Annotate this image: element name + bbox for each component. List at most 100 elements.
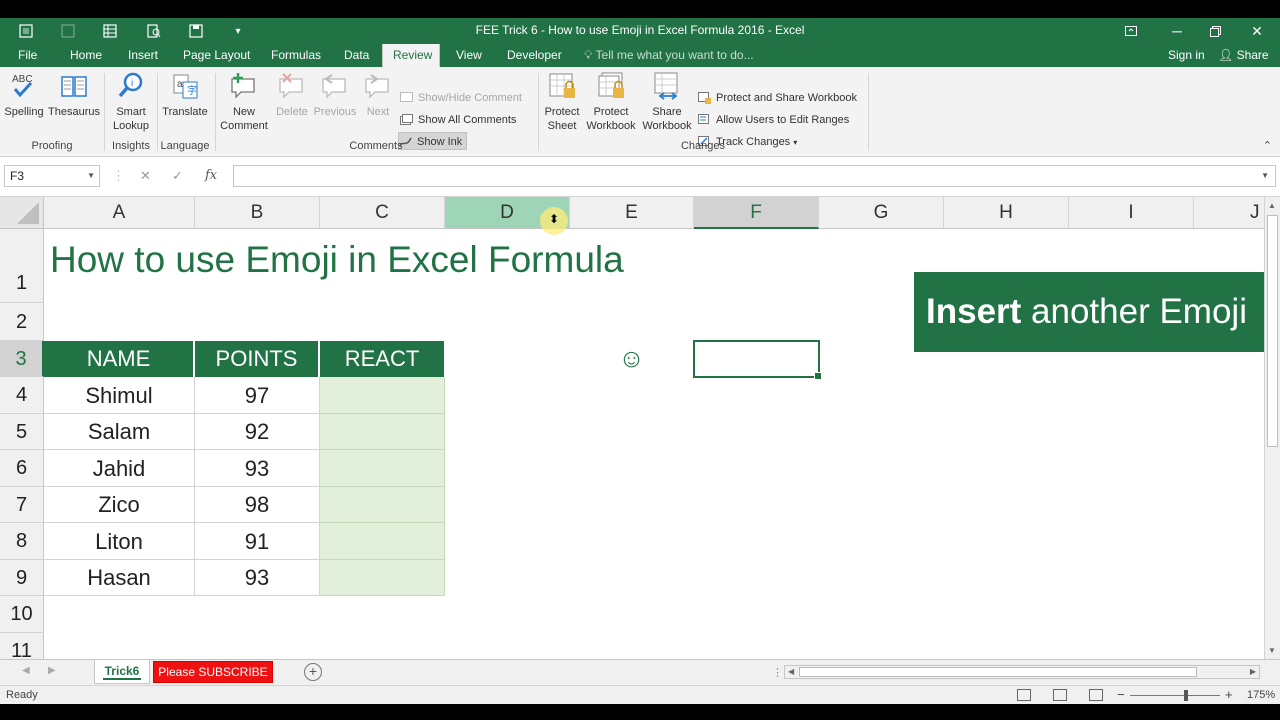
horizontal-scroll-thumb[interactable] bbox=[799, 667, 1197, 677]
expand-formula-bar-icon[interactable]: ▼ bbox=[1261, 166, 1269, 186]
emoji-cell[interactable]: ☺ bbox=[569, 340, 694, 376]
protect-share-workbook-button[interactable]: Protect and Share Workbook bbox=[698, 89, 857, 107]
zoom-level[interactable]: 175% bbox=[1247, 689, 1275, 701]
cancel-icon[interactable]: ✕ bbox=[140, 165, 151, 187]
column-header-h[interactable]: H bbox=[944, 197, 1069, 229]
react-cell[interactable] bbox=[320, 414, 445, 450]
prev-sheet-icon[interactable]: ◀ bbox=[22, 665, 30, 676]
react-cell[interactable] bbox=[320, 523, 445, 560]
points-cell[interactable]: 91 bbox=[195, 523, 320, 560]
react-cell[interactable] bbox=[320, 377, 445, 414]
row-header-8[interactable]: 8 bbox=[0, 523, 44, 560]
points-cell[interactable]: 98 bbox=[195, 487, 320, 523]
row-header-1[interactable]: 1 bbox=[0, 229, 44, 303]
show-all-comments-button[interactable]: Show All Comments bbox=[400, 111, 516, 129]
column-header-b[interactable]: B bbox=[195, 197, 320, 229]
column-header-f[interactable]: F bbox=[694, 197, 819, 229]
new-comment-button[interactable]: New Comment bbox=[218, 71, 270, 133]
ribbon-display-icon[interactable] bbox=[1114, 18, 1148, 44]
row-header-5[interactable]: 5 bbox=[0, 414, 44, 450]
sheet-tab-subscribe[interactable]: Please SUBSCRIBE bbox=[153, 661, 273, 683]
previous-comment-button[interactable]: Previous bbox=[312, 71, 358, 119]
scroll-down-icon[interactable]: ▼ bbox=[1268, 646, 1276, 655]
active-cell-f3[interactable] bbox=[693, 340, 822, 380]
header-react[interactable]: REACT bbox=[320, 341, 444, 377]
tab-split-handle-icon[interactable]: ⋮ bbox=[772, 666, 783, 679]
scroll-right-icon[interactable]: ▶ bbox=[1250, 666, 1256, 678]
vertical-scrollbar[interactable]: ▲ ▼ bbox=[1264, 197, 1280, 659]
insert-function-icon[interactable]: fx bbox=[205, 165, 217, 187]
tab-developer[interactable]: Developer bbox=[497, 44, 572, 67]
points-cell[interactable]: 92 bbox=[195, 414, 320, 450]
row-header-11[interactable]: 11 bbox=[0, 633, 44, 659]
smart-lookup-button[interactable]: i Smart Lookup bbox=[108, 71, 154, 133]
column-header-j[interactable]: J bbox=[1194, 197, 1264, 229]
sheet-tab-trick6[interactable]: Trick6 bbox=[94, 660, 150, 684]
name-cell[interactable]: Jahid bbox=[44, 450, 195, 487]
column-header-g[interactable]: G bbox=[819, 197, 944, 229]
tab-page-layout[interactable]: Page Layout bbox=[173, 44, 260, 67]
next-sheet-icon[interactable]: ▶ bbox=[48, 665, 56, 676]
page-layout-view-icon[interactable] bbox=[1053, 689, 1067, 701]
restore-icon[interactable] bbox=[1198, 18, 1232, 44]
header-points[interactable]: POINTS bbox=[195, 341, 319, 377]
formula-input[interactable]: ▼ bbox=[233, 165, 1276, 187]
sign-in-link[interactable]: Sign in bbox=[1168, 44, 1205, 67]
zoom-out-icon[interactable]: − bbox=[1117, 687, 1125, 702]
collapse-ribbon-icon[interactable]: ⌃ bbox=[1263, 139, 1272, 152]
row-header-9[interactable]: 9 bbox=[0, 560, 44, 596]
normal-view-icon[interactable] bbox=[1017, 689, 1031, 701]
tell-me-search[interactable]: 💡︎ Tell me what you want to do... bbox=[584, 44, 754, 67]
translate-button[interactable]: a字 Translate bbox=[160, 71, 210, 119]
name-cell[interactable]: Hasan bbox=[44, 560, 195, 596]
name-box-dropdown-icon[interactable]: ▼ bbox=[87, 166, 95, 186]
zoom-slider-thumb[interactable] bbox=[1184, 690, 1188, 701]
tab-file[interactable]: File bbox=[8, 44, 47, 67]
add-sheet-icon[interactable]: + bbox=[304, 663, 322, 681]
react-cell[interactable] bbox=[320, 560, 445, 596]
zoom-slider[interactable] bbox=[1130, 695, 1220, 696]
name-cell[interactable]: Shimul bbox=[44, 377, 195, 414]
points-cell[interactable]: 93 bbox=[195, 450, 320, 487]
next-comment-button[interactable]: Next bbox=[360, 71, 396, 119]
page-break-view-icon[interactable] bbox=[1089, 689, 1103, 701]
tab-view[interactable]: View bbox=[446, 44, 492, 67]
row-header-2[interactable]: 2 bbox=[0, 303, 44, 341]
horizontal-scrollbar[interactable]: ◀ ▶ bbox=[784, 665, 1260, 679]
name-cell[interactable]: Zico bbox=[44, 487, 195, 523]
allow-users-edit-ranges-button[interactable]: Allow Users to Edit Ranges bbox=[698, 111, 849, 129]
react-cell[interactable] bbox=[320, 450, 445, 487]
name-cell[interactable]: Salam bbox=[44, 414, 195, 450]
tab-home[interactable]: Home bbox=[60, 44, 112, 67]
minimize-icon[interactable]: ─ bbox=[1160, 18, 1194, 44]
row-header-10[interactable]: 10 bbox=[0, 596, 44, 633]
row-header-7[interactable]: 7 bbox=[0, 487, 44, 523]
protect-sheet-button[interactable]: Protect Sheet bbox=[540, 71, 584, 133]
protect-workbook-button[interactable]: Protect Workbook bbox=[584, 71, 638, 133]
spelling-button[interactable]: ABC Spelling bbox=[3, 71, 45, 119]
close-icon[interactable]: ✕ bbox=[1240, 18, 1274, 44]
tab-insert[interactable]: Insert bbox=[118, 44, 168, 67]
thesaurus-button[interactable]: Thesaurus bbox=[47, 71, 101, 119]
column-header-c[interactable]: C bbox=[320, 197, 445, 229]
select-all-corner[interactable] bbox=[0, 197, 44, 229]
column-header-e[interactable]: E bbox=[570, 197, 694, 229]
show-hide-comment-button[interactable]: Show/Hide Comment bbox=[400, 89, 522, 107]
share-button[interactable]: 👤︎ Share bbox=[1218, 44, 1269, 67]
react-cell[interactable] bbox=[320, 487, 445, 523]
row-header-3[interactable]: 3 bbox=[0, 341, 44, 377]
scroll-up-icon[interactable]: ▲ bbox=[1268, 201, 1276, 210]
tab-review[interactable]: Review bbox=[382, 44, 440, 67]
tab-data[interactable]: Data bbox=[334, 44, 379, 67]
enter-icon[interactable]: ✓ bbox=[172, 165, 183, 187]
name-box[interactable]: F3 ▼ bbox=[4, 165, 100, 187]
share-workbook-button[interactable]: Share Workbook bbox=[640, 71, 694, 133]
worksheet-grid[interactable]: A B C D E F G H I J 1 2 3 4 5 6 7 8 9 10… bbox=[0, 197, 1264, 659]
vertical-scroll-thumb[interactable] bbox=[1267, 215, 1278, 447]
delete-comment-button[interactable]: Delete bbox=[272, 71, 312, 119]
zoom-in-icon[interactable]: + bbox=[1225, 687, 1233, 702]
points-cell[interactable]: 93 bbox=[195, 560, 320, 596]
scroll-left-icon[interactable]: ◀ bbox=[788, 666, 794, 678]
column-header-i[interactable]: I bbox=[1069, 197, 1194, 229]
row-header-4[interactable]: 4 bbox=[0, 377, 44, 414]
